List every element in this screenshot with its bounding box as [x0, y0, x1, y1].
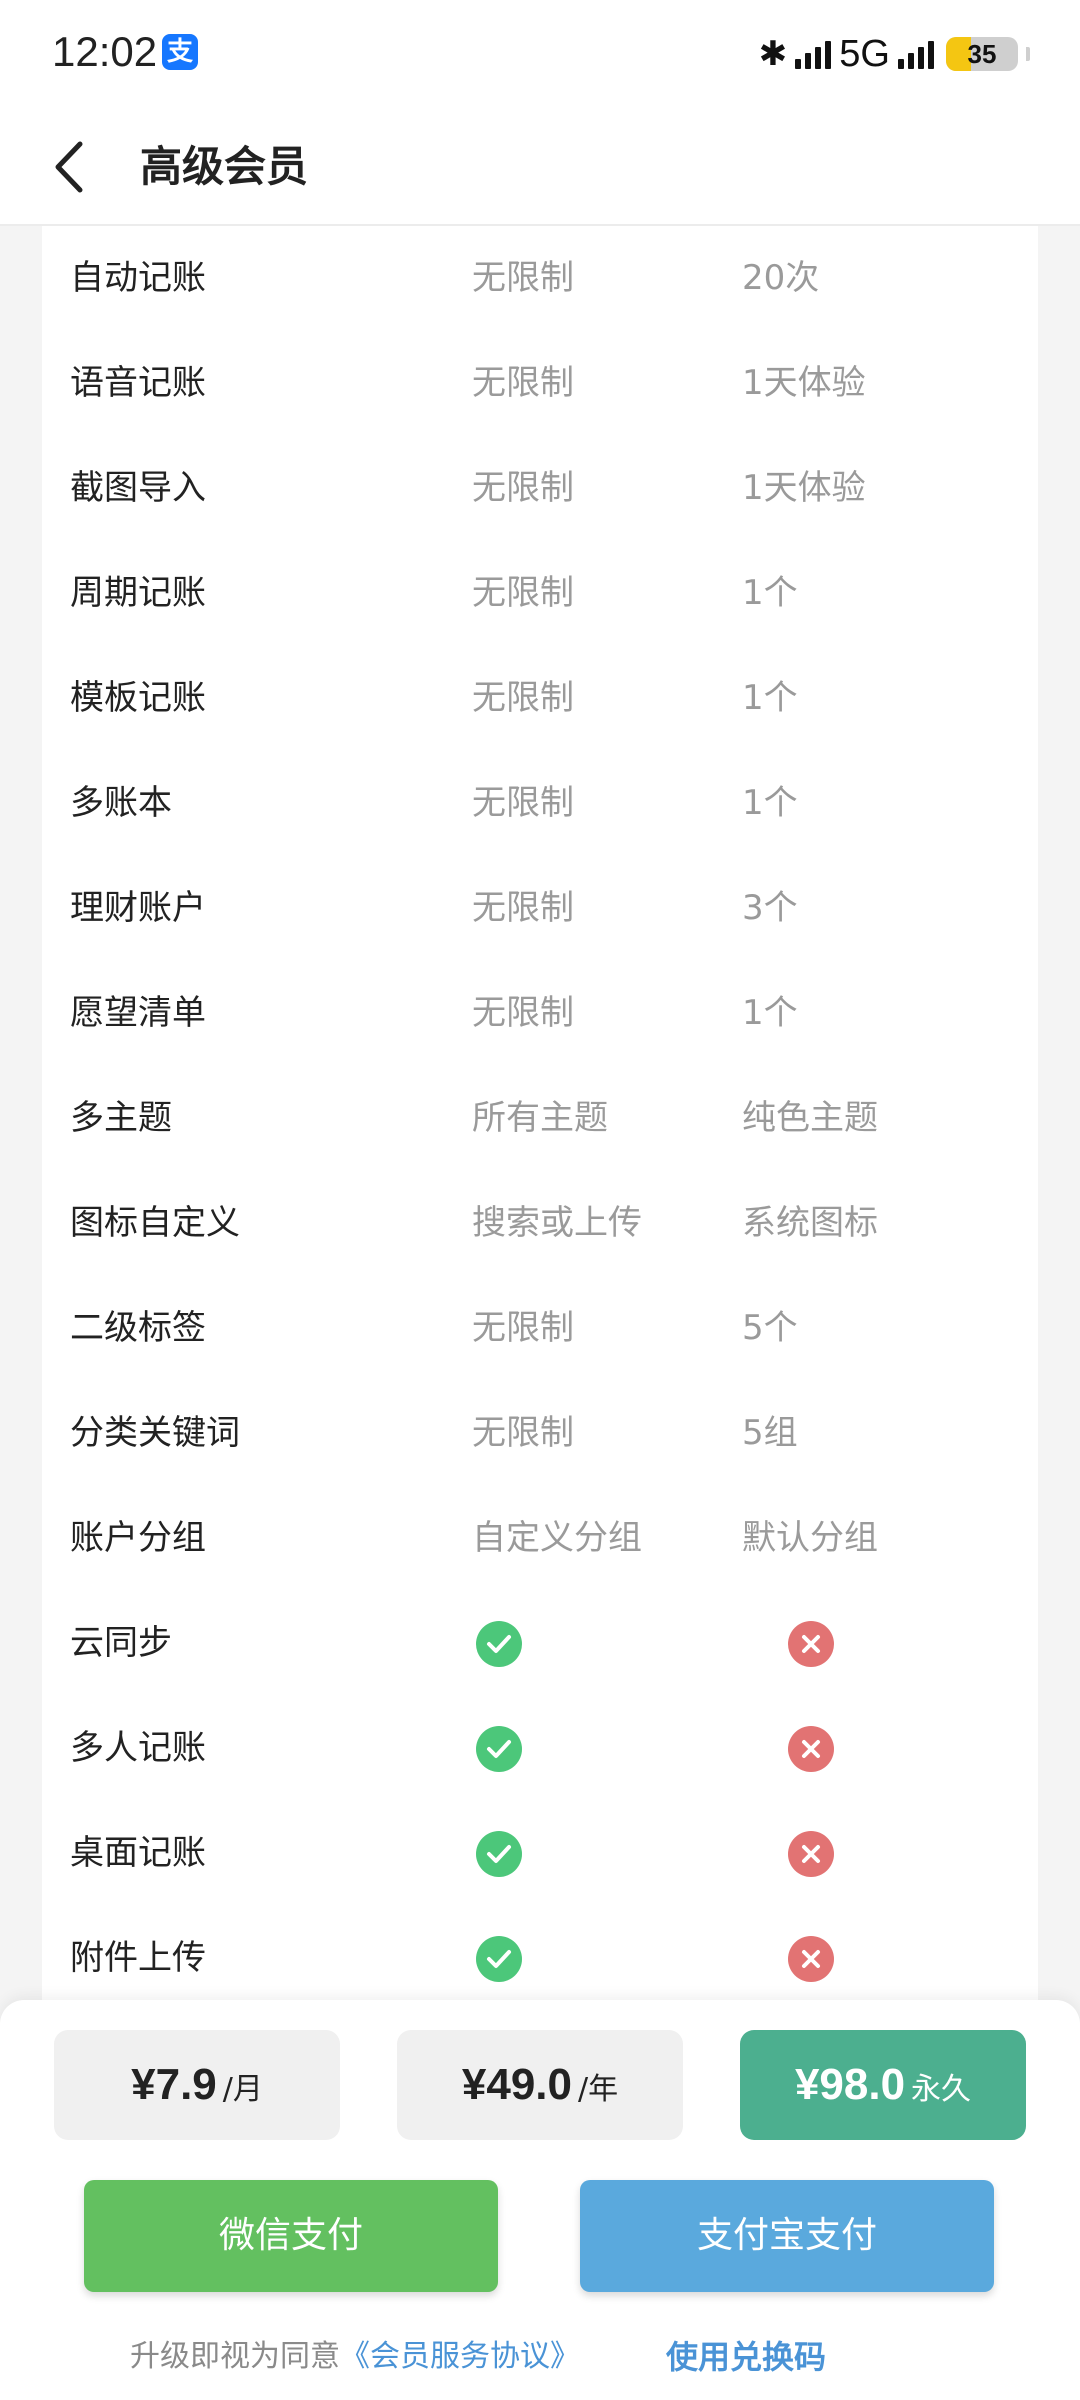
feature-free-value: 纯色主题	[742, 1098, 878, 1138]
feature-free-value: 默认分组	[742, 1518, 878, 1558]
bluetooth-icon: ✱	[758, 34, 788, 74]
feature-comparison-table: 自动记账 无限制 20次 语音记账 无限制 1天体验 截图导入 无限制 1天体验 周期记账 无限制 1…	[42, 226, 1038, 2026]
agreement-text: 升级即视为同意《会员服务协议》	[130, 2339, 580, 2374]
feature-name: 周期记账	[70, 573, 206, 613]
signal-icon	[795, 39, 832, 69]
feature-vip-value: 无限制	[472, 573, 574, 613]
feature-name: 账户分组	[70, 1518, 206, 1558]
battery-icon: 35	[946, 37, 1018, 71]
network-type: 5G	[839, 32, 890, 75]
feature-row: 语音记账 无限制 1天体验	[42, 331, 1038, 436]
feature-free-value: 1个	[742, 783, 798, 823]
chevron-left-icon[interactable]	[46, 132, 106, 202]
feature-name: 语音记账	[70, 363, 206, 403]
feature-row: 模板记账 无限制 1个	[42, 646, 1038, 751]
feature-free-value: 3个	[742, 888, 798, 928]
feature-vip-value: 无限制	[472, 678, 574, 718]
feature-free-value: 1个	[742, 678, 798, 718]
status-bar: 12:02 支 ✱ 5G 35	[0, 0, 1080, 110]
check-icon	[476, 1831, 522, 1877]
check-icon	[476, 1621, 522, 1667]
feature-name: 分类关键词	[70, 1413, 240, 1453]
feature-free-value: 20次	[742, 258, 820, 298]
feature-name: 多账本	[70, 783, 172, 823]
feature-row: 二级标签 无限制 5个	[42, 1276, 1038, 1381]
feature-name: 模板记账	[70, 678, 206, 718]
cross-icon	[788, 1831, 834, 1877]
page-title: 高级会员	[140, 142, 309, 191]
cross-icon	[788, 1726, 834, 1772]
feature-name: 理财账户	[70, 888, 206, 928]
feature-name: 桌面记账	[70, 1833, 206, 1873]
feature-row: 附件上传	[42, 1906, 1038, 2011]
plan-yearly[interactable]: ¥49.0/年	[397, 2030, 683, 2140]
feature-row: 愿望清单 无限制 1个	[42, 961, 1038, 1066]
alipay-notification-icon: 支	[162, 34, 198, 70]
feature-vip-value: 无限制	[472, 363, 574, 403]
feature-row: 图标自定义 搜索或上传 系统图标	[42, 1171, 1038, 1276]
feature-free-value: 5组	[742, 1413, 798, 1453]
feature-vip-value: 所有主题	[472, 1098, 608, 1138]
purchase-panel: ¥7.9/月 ¥49.0/年 ¥98.0 永久 微信支付 支付宝支付 升级即视为同…	[0, 2000, 1080, 2400]
feature-free-value: 1天体验	[742, 468, 866, 508]
service-agreement-link[interactable]: 《会员服务协议》	[340, 2339, 580, 2374]
signal-icon-2	[898, 39, 934, 69]
feature-free-value: 1个	[742, 993, 798, 1033]
feature-vip-value: 无限制	[472, 888, 574, 928]
cross-icon	[788, 1621, 834, 1667]
plan-monthly[interactable]: ¥7.9/月	[54, 2030, 340, 2140]
battery-level: 35	[967, 39, 997, 69]
feature-name: 图标自定义	[70, 1203, 240, 1243]
feature-row: 分类关键词 无限制 5组	[42, 1381, 1038, 1486]
feature-row: 理财账户 无限制 3个	[42, 856, 1038, 961]
feature-row: 桌面记账	[42, 1801, 1038, 1906]
feature-vip-value: 无限制	[472, 1413, 574, 1453]
feature-row: 截图导入 无限制 1天体验	[42, 436, 1038, 541]
cross-icon	[788, 1936, 834, 1982]
feature-free-value: 1个	[742, 573, 798, 613]
feature-row: 多账本 无限制 1个	[42, 751, 1038, 856]
feature-name: 云同步	[70, 1623, 172, 1663]
wechat-pay-button[interactable]: 微信支付	[84, 2180, 498, 2292]
feature-vip-value: 无限制	[472, 258, 574, 298]
feature-vip-value: 自定义分组	[472, 1518, 642, 1558]
check-icon	[476, 1726, 522, 1772]
redeem-code-link[interactable]: 使用兑换码	[666, 2332, 826, 2382]
feature-free-value: 1天体验	[742, 363, 866, 403]
feature-name: 愿望清单	[70, 993, 206, 1033]
feature-name: 多主题	[70, 1098, 172, 1138]
feature-row: 多主题 所有主题 纯色主题	[42, 1066, 1038, 1171]
feature-name: 多人记账	[70, 1728, 206, 1768]
feature-row: 周期记账 无限制 1个	[42, 541, 1038, 646]
feature-name: 截图导入	[70, 468, 206, 508]
feature-free-value: 系统图标	[742, 1203, 878, 1243]
check-icon	[476, 1936, 522, 1982]
status-indicators: ✱ 5G 35	[759, 28, 1030, 80]
app-header: 高级会员	[0, 110, 1080, 226]
feature-name: 二级标签	[70, 1308, 206, 1348]
feature-name: 附件上传	[70, 1938, 206, 1978]
feature-vip-value: 无限制	[472, 468, 574, 508]
feature-vip-value: 无限制	[472, 1308, 574, 1348]
status-time: 12:02	[52, 28, 158, 75]
feature-free-value: 5个	[742, 1308, 798, 1348]
feature-name: 自动记账	[70, 258, 206, 298]
alipay-pay-button[interactable]: 支付宝支付	[580, 2180, 994, 2292]
feature-vip-value: 搜索或上传	[472, 1203, 642, 1243]
plan-lifetime[interactable]: ¥98.0 永久	[740, 2030, 1026, 2140]
feature-row: 账户分组 自定义分组 默认分组	[42, 1486, 1038, 1591]
feature-vip-value: 无限制	[472, 783, 574, 823]
feature-row: 云同步	[42, 1591, 1038, 1696]
feature-row: 自动记账 无限制 20次	[42, 226, 1038, 331]
feature-row: 多人记账	[42, 1696, 1038, 1801]
feature-vip-value: 无限制	[472, 993, 574, 1033]
